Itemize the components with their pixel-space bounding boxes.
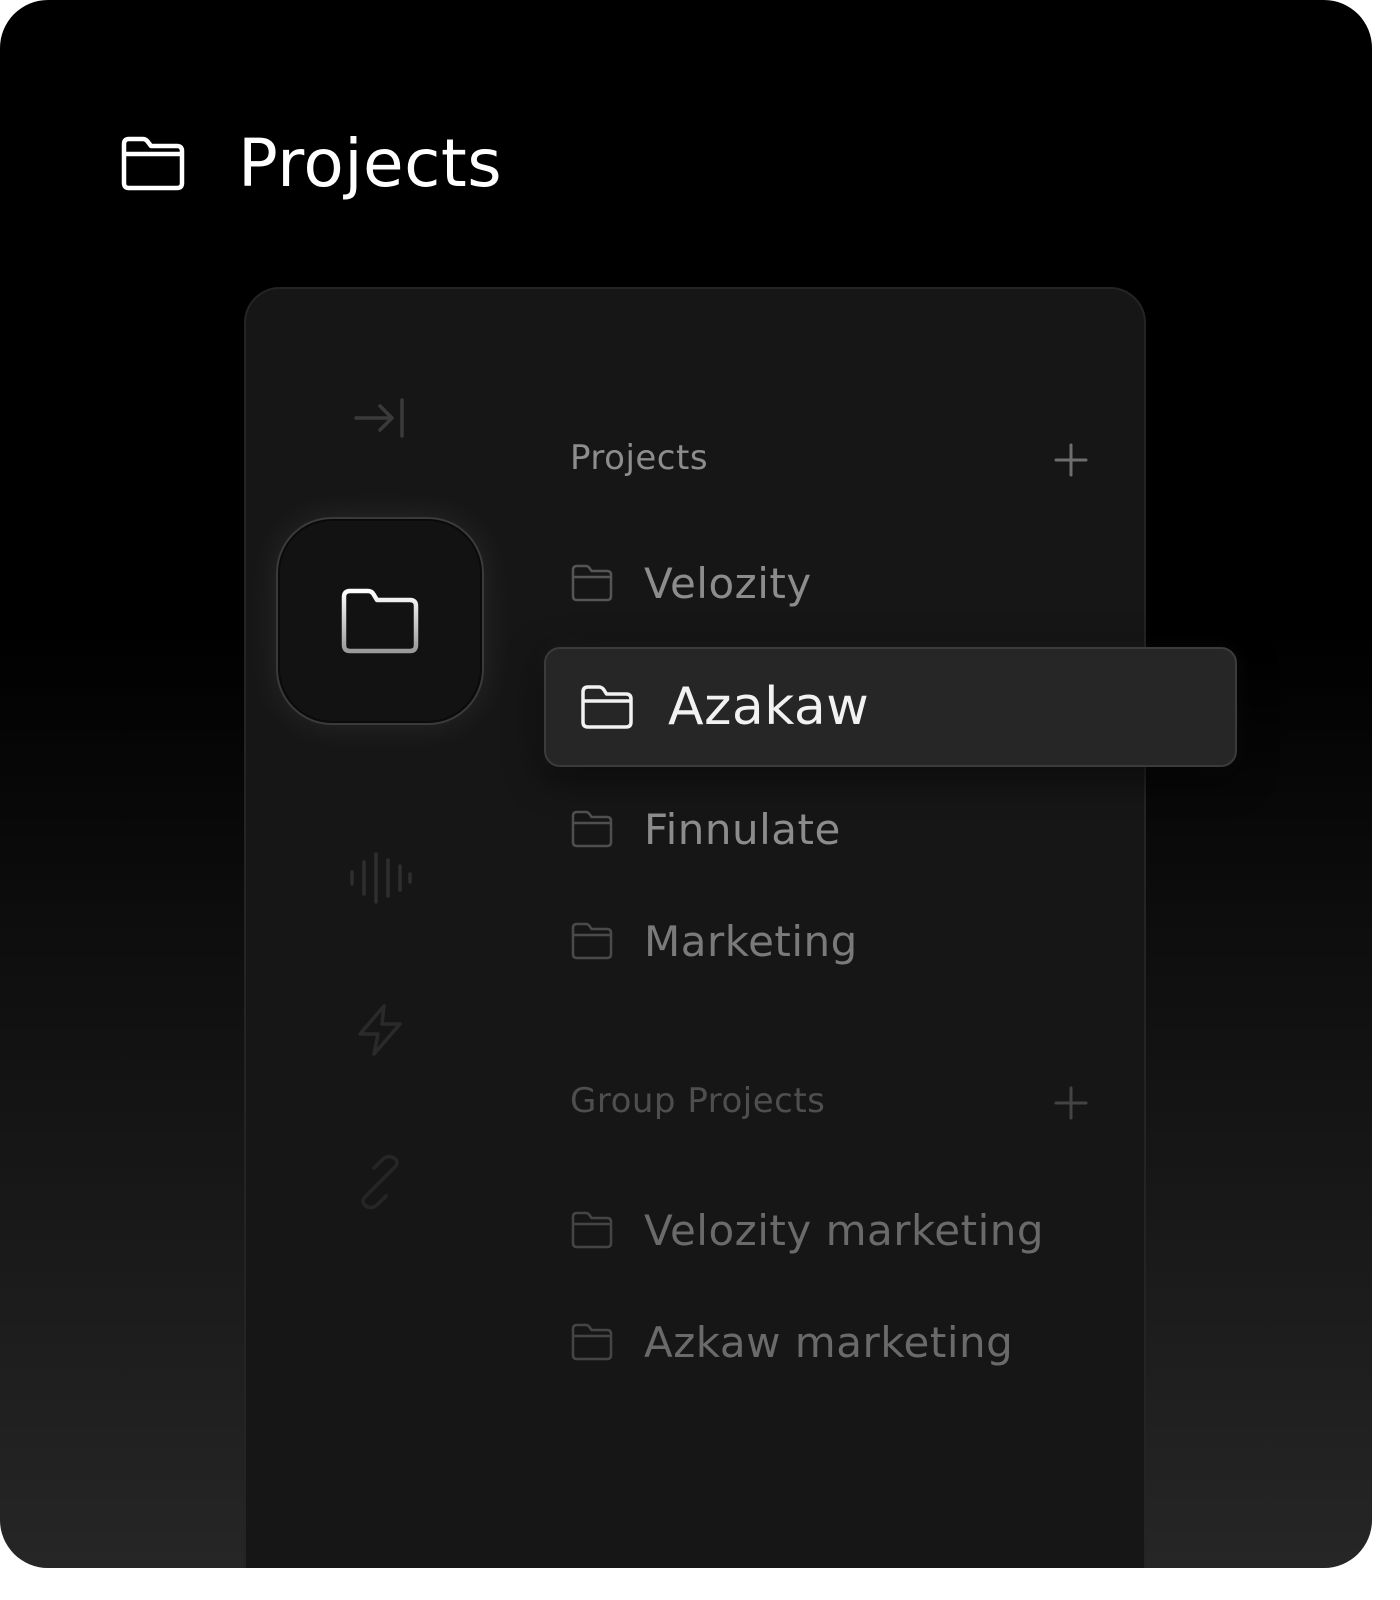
sidebar-item-projects[interactable] — [276, 517, 484, 725]
link-icon[interactable] — [350, 1152, 410, 1212]
add-group-project-icon[interactable] — [1052, 1084, 1090, 1122]
folder-icon — [571, 1323, 613, 1361]
group-project-item-label: Azkaw marketing — [644, 1317, 1014, 1367]
page-header: Projects — [120, 118, 502, 208]
app-card: Projects Projects Velozity Azakaw Finnul… — [0, 0, 1372, 1568]
project-item-velozity[interactable]: Velozity — [570, 553, 812, 613]
folder-icon — [121, 136, 185, 191]
page-title: Projects — [238, 124, 503, 202]
project-item-finnulate[interactable]: Finnulate — [570, 799, 841, 859]
project-item-label: Velozity — [644, 558, 812, 608]
group-project-item-label: Velozity marketing — [644, 1205, 1045, 1255]
project-item-label: Marketing — [644, 916, 858, 966]
folder-icon — [581, 685, 633, 729]
group-projects-section-title: Group Projects — [570, 1081, 826, 1121]
project-item-label: Finnulate — [644, 804, 841, 854]
group-project-item-azkaw-marketing[interactable]: Azkaw marketing — [570, 1312, 1013, 1372]
add-project-icon[interactable] — [1052, 441, 1090, 479]
project-item-azakaw[interactable]: Azakaw — [544, 647, 1237, 767]
project-item-label: Azakaw — [668, 677, 870, 737]
folder-icon — [571, 810, 613, 848]
folder-icon — [341, 588, 419, 654]
waveform-icon[interactable] — [346, 848, 414, 908]
group-project-item-velozity-marketing[interactable]: Velozity marketing — [570, 1200, 1044, 1260]
folder-icon — [571, 922, 613, 960]
folder-icon — [571, 1211, 613, 1249]
folder-icon — [571, 564, 613, 602]
collapse-sidebar-icon[interactable] — [348, 390, 412, 446]
project-item-marketing[interactable]: Marketing — [570, 911, 858, 971]
projects-section-title: Projects — [570, 438, 709, 478]
lightning-icon[interactable] — [350, 1000, 410, 1060]
